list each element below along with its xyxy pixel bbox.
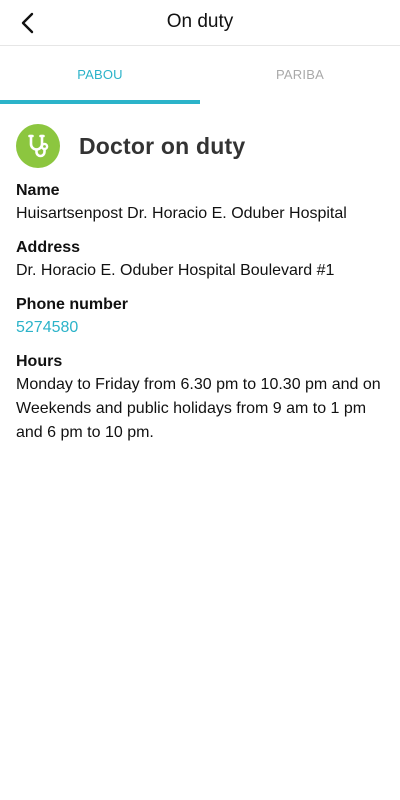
- tab-bar: PABOU PARIBA: [0, 46, 400, 104]
- doctor-details: Doctor on duty Name Huisartsenpost Dr. H…: [16, 124, 384, 456]
- phone-field: Phone number 5274580: [16, 294, 384, 340]
- address-field: Address Dr. Horacio E. Oduber Hospital B…: [16, 237, 384, 283]
- hours-value: Monday to Friday from 6.30 pm to 10.30 p…: [16, 376, 381, 441]
- tab-pabou[interactable]: PABOU: [0, 46, 200, 104]
- stethoscope-badge: [16, 124, 60, 168]
- tab-label: PABOU: [77, 67, 123, 82]
- stethoscope-icon: [28, 134, 49, 158]
- name-label: Name: [16, 182, 60, 199]
- address-value: Dr. Horacio E. Oduber Hospital Boulevard…: [16, 262, 335, 279]
- hours-field: Hours Monday to Friday from 6.30 pm to 1…: [16, 351, 384, 445]
- app-header: On duty: [0, 0, 400, 46]
- section-title: Doctor on duty: [79, 132, 246, 159]
- phone-label: Phone number: [16, 296, 129, 313]
- address-label: Address: [16, 239, 81, 256]
- phone-link[interactable]: 5274580: [16, 316, 384, 340]
- tab-label: PARIBA: [276, 67, 324, 82]
- section-header: Doctor on duty: [16, 124, 384, 168]
- hours-label: Hours: [16, 353, 63, 370]
- back-button[interactable]: [8, 2, 48, 44]
- name-value: Huisartsenpost Dr. Horacio E. Oduber Hos…: [16, 205, 347, 222]
- name-field: Name Huisartsenpost Dr. Horacio E. Odube…: [16, 180, 384, 226]
- page-title: On duty: [166, 11, 234, 32]
- tab-pariba[interactable]: PARIBA: [200, 46, 400, 104]
- back-arrow-icon: [21, 12, 34, 34]
